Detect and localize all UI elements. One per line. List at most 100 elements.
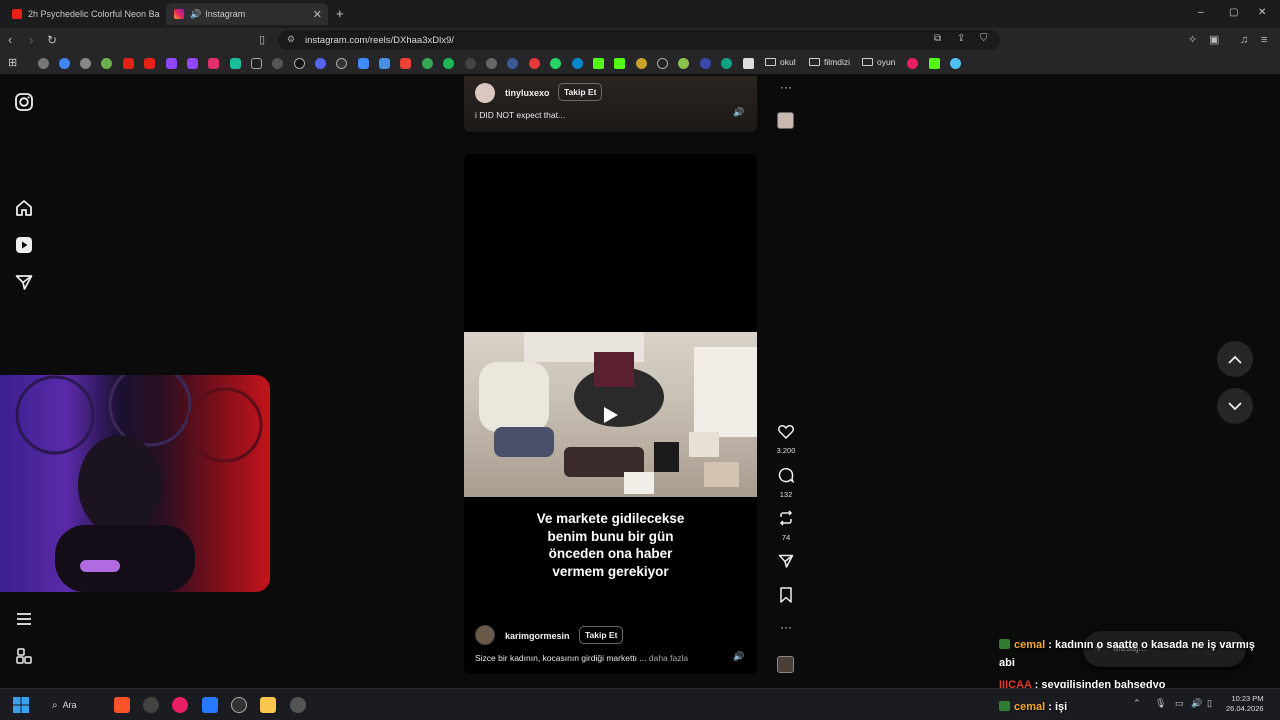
kick-icon[interactable] — [614, 58, 625, 69]
tiktok-icon[interactable] — [294, 58, 305, 69]
reels-icon[interactable] — [14, 235, 34, 255]
whatsapp-icon[interactable] — [550, 58, 561, 69]
bookmark-icon[interactable] — [507, 58, 518, 69]
bookmark-icon[interactable] — [950, 58, 961, 69]
bookmark-folder-okul[interactable]: okul — [765, 57, 796, 67]
windows-start-icon[interactable] — [13, 697, 29, 713]
instagram-icon[interactable] — [208, 58, 219, 69]
bookmark-icon[interactable] — [336, 58, 347, 69]
reel-card-previous[interactable]: tinyluxexo Takip Et i DID NOT expect tha… — [464, 76, 757, 132]
bookmark-folder-oyun[interactable]: oyun — [862, 57, 895, 67]
audio-thumbnail[interactable] — [777, 656, 794, 673]
extensions-icon[interactable]: ✧ — [1188, 32, 1197, 48]
new-tab-button[interactable]: + — [336, 6, 344, 21]
drive-icon[interactable] — [422, 58, 433, 69]
more-link[interactable]: daha fazla — [649, 653, 688, 663]
discord-icon[interactable] — [315, 58, 326, 69]
comment-icon[interactable] — [778, 467, 795, 484]
volume-icon[interactable]: 🔊 — [733, 651, 744, 662]
home-icon[interactable] — [14, 198, 34, 218]
spotify-icon[interactable] — [443, 58, 454, 69]
follow-button[interactable]: Takip Et — [558, 83, 603, 101]
reload-icon[interactable]: ↻ — [47, 32, 57, 48]
more-icon[interactable] — [14, 646, 34, 666]
bookmark-icon[interactable] — [272, 58, 283, 69]
apps-icon[interactable]: ⊞ — [8, 56, 17, 69]
minimize-button[interactable]: – — [1198, 7, 1204, 18]
share-action[interactable] — [774, 553, 798, 574]
maximize-button[interactable]: ▢ — [1229, 7, 1238, 18]
bookmark-icon[interactable] — [657, 58, 668, 69]
bookmark-icon[interactable] — [636, 58, 647, 69]
reel-username[interactable]: karimgormesin — [505, 631, 570, 641]
clock[interactable]: 10:23 PM 26.04.2026 — [1226, 694, 1264, 714]
heart-icon[interactable] — [778, 424, 794, 440]
bookmark-folder-filmdizi[interactable]: filmdizi — [809, 57, 850, 67]
file-explorer-icon[interactable] — [260, 697, 276, 713]
volume-icon[interactable]: 🔊 — [1191, 698, 1202, 709]
url-bar[interactable]: ⚙ instagram.com/reels/DXhaa3xDlx9/ ⧉ ⇪ ⛉ — [278, 30, 1000, 50]
chevron-up-icon[interactable]: ⌃ — [1133, 698, 1141, 709]
shield-icon[interactable]: ⛉ — [980, 33, 988, 44]
messages-icon[interactable] — [14, 272, 34, 292]
telegram-icon[interactable] — [572, 58, 583, 69]
bookmark-icon[interactable] — [230, 58, 241, 69]
app-icon[interactable] — [290, 697, 306, 713]
reel-card-current[interactable]: Ve markete gidilecekse benim bunu bir gü… — [464, 154, 757, 674]
forward-icon[interactable]: › — [29, 32, 33, 48]
share-icon[interactable] — [778, 553, 794, 569]
reel-username[interactable]: tinyluxexo — [505, 88, 550, 98]
more-options-icon[interactable]: ··· — [774, 80, 798, 94]
taskbar-search[interactable]: ⌕ Ara — [52, 697, 104, 713]
close-window-button[interactable]: ✕ — [1258, 7, 1266, 18]
share-icon[interactable]: ⇪ — [957, 33, 965, 44]
bookmark-icon[interactable] — [743, 58, 754, 69]
app-icon[interactable] — [231, 697, 247, 713]
repost-icon[interactable] — [778, 510, 794, 526]
brave-icon[interactable] — [114, 697, 130, 713]
bookmark-icon[interactable] — [529, 58, 540, 69]
like-action[interactable]: 3.200 — [774, 424, 798, 455]
bookmark-icon[interactable] — [907, 58, 918, 69]
bookmark-icon[interactable] — [721, 58, 732, 69]
close-tab-icon[interactable]: ✕ — [313, 8, 322, 21]
bookmark-icon[interactable] — [779, 587, 793, 603]
twitch-icon[interactable] — [187, 58, 198, 69]
back-icon[interactable]: ‹ — [8, 32, 12, 48]
media-icon[interactable]: ♫ — [1240, 32, 1248, 48]
bookmark-icon[interactable] — [358, 58, 369, 69]
previous-reel-button[interactable] — [1217, 341, 1253, 377]
youtube-icon[interactable] — [144, 58, 155, 69]
bookmark-icon[interactable]: ▯ — [259, 32, 265, 48]
repost-action[interactable]: 74 — [774, 510, 798, 542]
bookmark-icon[interactable] — [465, 58, 476, 69]
twitch-icon[interactable] — [166, 58, 177, 69]
volume-icon[interactable]: 🔊 — [733, 107, 744, 118]
avatar[interactable] — [475, 625, 495, 645]
next-reel-button[interactable] — [1217, 388, 1253, 424]
youtube-icon[interactable] — [123, 58, 134, 69]
microphone-icon[interactable]: 🎙 — [1155, 698, 1166, 709]
bookmark-icon[interactable] — [700, 58, 711, 69]
photos-icon[interactable] — [202, 697, 218, 713]
follow-button[interactable]: Takip Et — [579, 626, 624, 644]
comment-action[interactable]: 132 — [774, 467, 798, 499]
x-icon[interactable] — [251, 58, 262, 69]
gmail-icon[interactable] — [400, 58, 411, 69]
translate-icon[interactable] — [379, 58, 390, 69]
reel-video[interactable] — [464, 332, 757, 497]
menu-icon[interactable] — [14, 609, 34, 629]
media-player-icon[interactable] — [172, 697, 188, 713]
tab-youtube[interactable]: 2h Psychedelic Colorful Neon Backgr — [4, 3, 160, 25]
open-external-icon[interactable]: ⧉ — [934, 33, 941, 44]
save-action[interactable] — [774, 587, 798, 608]
site-info-icon[interactable]: ⚙ — [287, 34, 295, 45]
obs-icon[interactable] — [143, 697, 159, 713]
history-icon[interactable] — [38, 58, 49, 69]
more-options-icon[interactable]: ··· — [774, 620, 798, 634]
avatar[interactable] — [475, 83, 495, 103]
google-icon[interactable] — [59, 58, 70, 69]
instagram-icon[interactable] — [14, 92, 34, 112]
kick-icon[interactable] — [929, 58, 940, 69]
bookmark-icon[interactable] — [80, 58, 91, 69]
